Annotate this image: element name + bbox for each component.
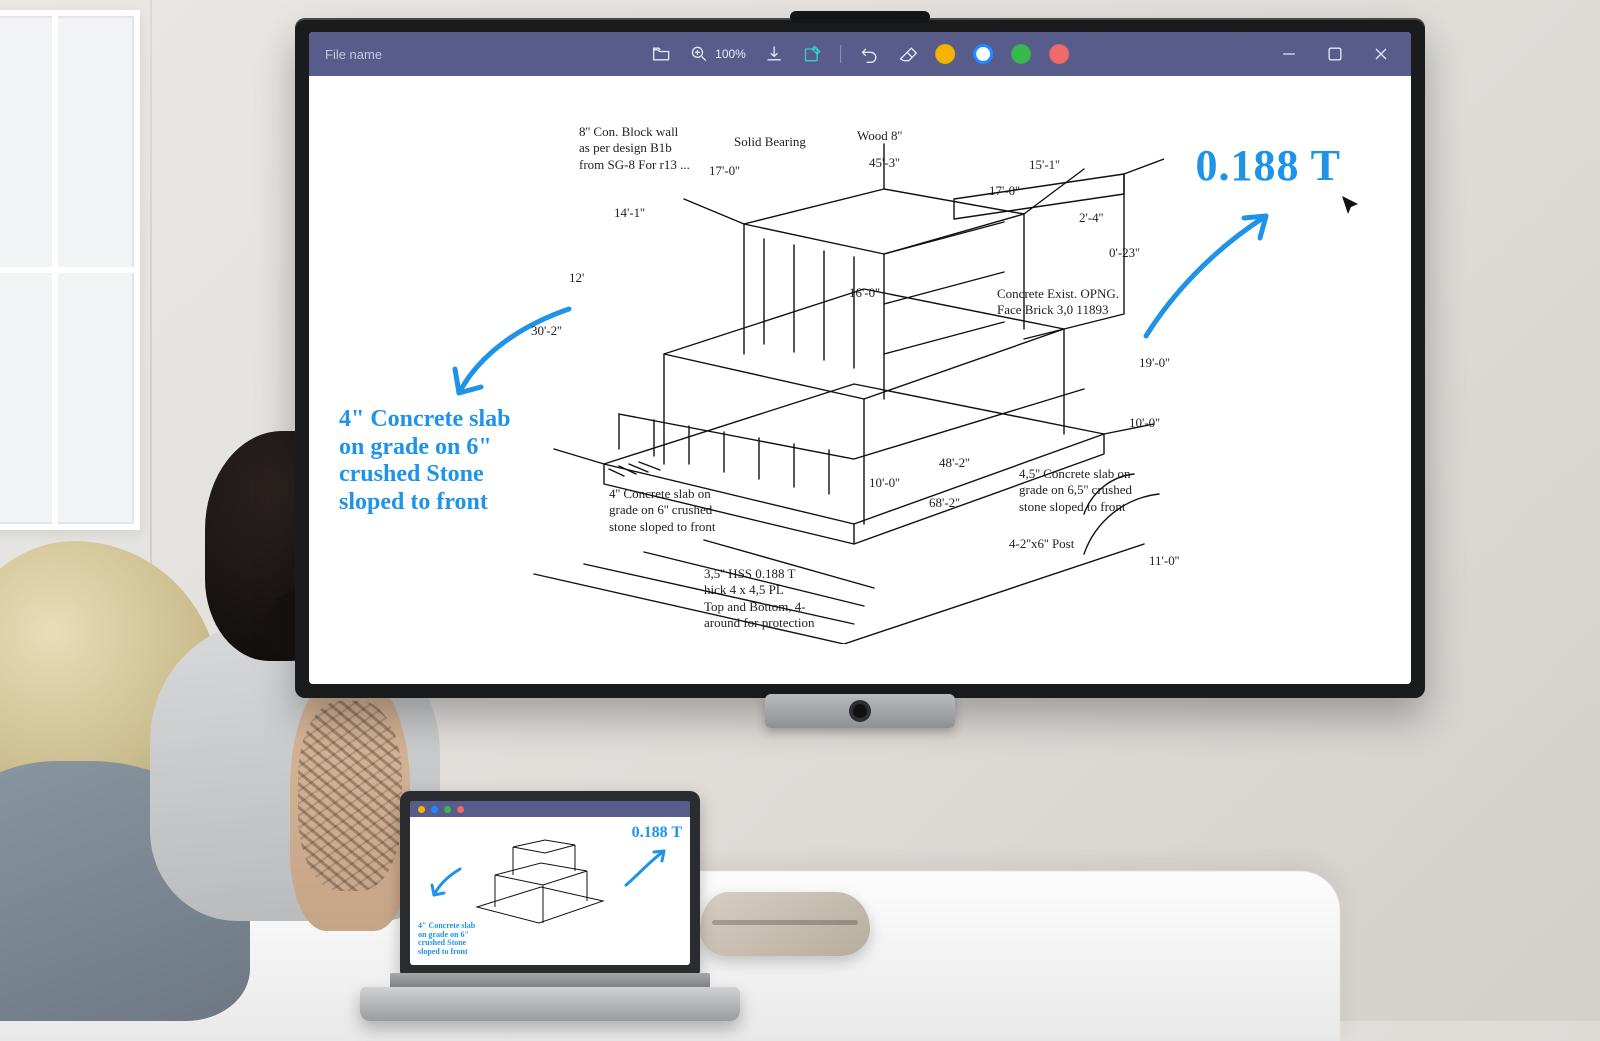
maximize-icon[interactable]: [1325, 44, 1345, 64]
annotation-value: 0.188 T: [1195, 140, 1341, 191]
zoom-icon[interactable]: [689, 44, 709, 64]
laptop-arrow2-icon: [426, 865, 466, 901]
laptop-toolbar: [410, 801, 690, 817]
window-title: File name: [309, 47, 382, 62]
building-sketch: [524, 104, 1164, 644]
whiteboard-canvas[interactable]: 0.188 T 4" Concrete slab on grade on 6" …: [309, 76, 1411, 684]
color-blue[interactable]: [973, 44, 993, 64]
zoom-level: 100%: [715, 47, 746, 61]
laptop-sketch: [465, 823, 615, 943]
annotation-note-left: 4" Concrete slab on grade on 6" crushed …: [339, 406, 549, 516]
eraser-icon[interactable]: [897, 44, 917, 64]
cursor-icon: [1339, 194, 1363, 218]
wall-display: File name 100%: [295, 18, 1425, 698]
edit-square-icon[interactable]: [802, 44, 822, 64]
laptop-screen: 0.188 T 4" Concrete slab on grade on 6" …: [410, 801, 690, 965]
download-icon[interactable]: [764, 44, 784, 64]
app-toolbar: File name 100%: [309, 32, 1411, 76]
laptop-annotation-value: 0.188 T: [632, 825, 682, 841]
color-green[interactable]: [1011, 44, 1031, 64]
undo-icon[interactable]: [859, 44, 879, 64]
laptop-arrow-icon: [620, 845, 670, 889]
open-folder-icon[interactable]: [651, 44, 671, 64]
toolbar-divider: [840, 45, 841, 63]
color-red[interactable]: [1049, 44, 1069, 64]
display-camera: [765, 694, 955, 728]
laptop: 0.188 T 4" Concrete slab on grade on 6" …: [390, 791, 710, 1021]
color-yellow[interactable]: [935, 44, 955, 64]
close-icon[interactable]: [1371, 44, 1391, 64]
minimize-icon[interactable]: [1279, 44, 1299, 64]
app-window: File name 100%: [309, 32, 1411, 684]
pencil-case: [700, 892, 870, 956]
